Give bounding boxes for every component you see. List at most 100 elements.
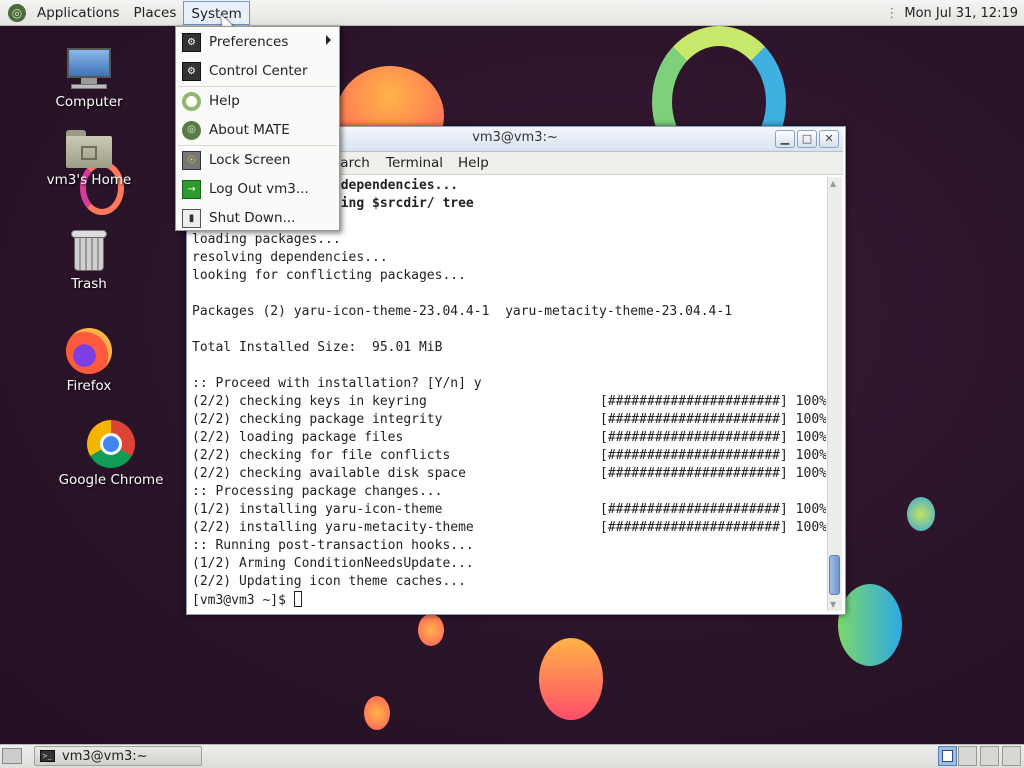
wallpaper-blob [838,584,902,666]
taskbar-button-terminal[interactable]: >_ vm3@vm3:~ [34,746,202,766]
wallpaper-blob [418,614,444,646]
minimize-button[interactable]: ▁ [775,130,795,148]
terminal-prompt-line[interactable]: [vm3@vm3 ~]$ [192,591,826,609]
desktop-icon-home[interactable]: vm3's Home [29,130,149,188]
terminal-line-text: loading packages... [192,232,341,247]
menu-item-lock-screen[interactable]: ☉ Lock Screen [176,146,339,174]
menu-item-label: Help [209,93,240,109]
terminal-line-text: (1/2) Arming ConditionNeedsUpdate... [192,556,474,571]
terminal-line: (2/2) checking keys in keyring [#########… [192,393,826,411]
close-button[interactable]: ✕ [819,130,839,148]
terminal-output[interactable]: time dependencies... existing $srcdir/ t… [192,177,826,611]
lock-screen-icon: ☉ [182,151,201,170]
scrollbar-thumb[interactable] [829,555,840,595]
terminal-line: resolving dependencies... [192,249,826,267]
minimize-icon: ▁ [780,132,790,145]
panel-right-area: ⋮ Mon Jul 31, 12:19 [885,0,1024,26]
bottom-panel: >_ vm3@vm3:~ [0,744,1024,768]
terminal-line-text: :: Processing package changes... [192,484,443,499]
workspace-3[interactable] [980,746,999,766]
help-lifebuoy-icon [182,92,201,111]
desktop-icon-label: Trash [71,276,107,292]
terminal-progress-bar: [######################] 100% [600,412,826,427]
maximize-button[interactable]: □ [797,130,817,148]
terminal-line: Packages (2) yaru-icon-theme-23.04.4-1 y… [192,303,826,321]
terminal-prompt: [vm3@vm3 ~]$ [192,593,294,608]
menu-item-label: Control Center [209,63,308,79]
menu-places[interactable]: Places [126,1,183,25]
show-desktop-icon[interactable] [2,748,22,764]
terminal-progress-bar: [######################] 100% [600,394,826,409]
menu-item-label: Lock Screen [209,152,291,168]
terminal-line-text: Total Installed Size: 95.01 MiB [192,340,443,355]
terminal-line: :: Processing package changes... [192,483,826,501]
submenu-arrow-icon [326,35,331,45]
desktop-icon-computer[interactable]: Computer [29,46,149,110]
terminal-line-text: (2/2) checking available disk space [192,466,466,481]
workspace-2[interactable] [958,746,977,766]
taskbar-label: vm3@vm3:~ [62,749,148,764]
workspace-4[interactable] [1002,746,1021,766]
terminal-scrollbar[interactable]: ▲ ▼ [827,177,842,611]
terminal-cursor [293,591,302,607]
desktop-icon-trash[interactable]: Trash [29,230,149,292]
terminal-line: (2/2) Updating icon theme caches... [192,573,826,591]
menu-item-control-center[interactable]: ⚙ Control Center [176,57,339,85]
terminal-line: (2/2) checking package integrity [#######… [192,411,826,429]
desktop-icon-label: Computer [55,94,123,110]
menu-item-shut-down[interactable]: ▮ Shut Down... [176,204,339,232]
home-folder-icon [66,130,112,168]
scroll-up-arrow-icon[interactable]: ▲ [830,179,836,188]
terminal-line-text: :: Proceed with installation? [Y/n] y [192,376,482,391]
terminal-line-text: (2/2) checking keys in keyring [192,394,427,409]
terminal-line: (2/2) checking available disk space [####… [192,465,826,483]
menu-applications[interactable]: Applications [30,1,126,25]
terminal-line-text: looking for conflicting packages... [192,268,466,283]
top-panel: ◎ Applications Places System ⋮ Mon Jul 3… [0,0,1024,26]
menu-terminal[interactable]: Terminal [386,155,443,171]
computer-icon [65,46,113,90]
terminal-line-text: (2/2) checking package integrity [192,412,443,427]
desktop-icon-chrome[interactable]: Google Chrome [51,420,171,488]
terminal-progress-bar: [######################] 100% [600,520,826,535]
terminal-progress-bar: [######################] 100% [600,448,826,463]
menu-item-help[interactable]: Help [176,87,339,115]
trash-icon [71,230,107,272]
menu-help[interactable]: Help [458,155,489,171]
menu-item-preferences[interactable]: ⚙ Preferences [176,28,339,56]
terminal-line: Total Installed Size: 95.01 MiB [192,339,826,357]
terminal-line-text: (2/2) loading package files [192,430,404,445]
menu-item-label: About MATE [209,122,290,138]
scroll-down-arrow-icon[interactable]: ▼ [830,600,836,609]
shutdown-icon: ▮ [182,209,201,228]
desktop-icon-label: Google Chrome [58,472,164,488]
terminal-line: looking for conflicting packages... [192,267,826,285]
terminal-line-text: (2/2) checking for file conflicts [192,448,451,463]
mate-logo-icon: ◎ [182,121,201,140]
system-menu: ⚙ Preferences ⚙ Control Center Help ◎ Ab… [175,26,340,231]
terminal-progress-bar: [######################] 100% [600,502,826,517]
terminal-line: (2/2) checking for file conflicts [######… [192,447,826,465]
desktop-icon-label: vm3's Home [46,172,132,188]
terminal-line-text: (2/2) Updating icon theme caches... [192,574,466,589]
menu-item-label: Log Out vm3... [209,181,309,197]
clock[interactable]: Mon Jul 31, 12:19 [904,6,1024,21]
terminal-line-text: :: Running post-transaction hooks... [192,538,474,553]
menu-item-about-mate[interactable]: ◎ About MATE [176,116,339,144]
terminal-line-text: resolving dependencies... [192,250,388,265]
desktop-icon-label: Firefox [66,378,112,394]
terminal-line: :: Running post-transaction hooks... [192,537,826,555]
workspace-1[interactable] [938,746,957,766]
preferences-icon: ⚙ [182,33,201,52]
terminal-line: loading packages... [192,231,826,249]
menu-item-log-out[interactable]: → Log Out vm3... [176,175,339,203]
panel-handle-icon[interactable]: ⋮ [885,6,898,21]
terminal-progress-bar: [######################] 100% [600,466,826,481]
wallpaper-blob [907,497,935,531]
logout-icon: → [182,180,201,199]
desktop-icon-firefox[interactable]: Firefox [29,328,149,394]
chrome-icon [87,420,135,468]
mate-logo-icon[interactable]: ◎ [8,3,26,22]
firefox-icon [66,328,112,374]
